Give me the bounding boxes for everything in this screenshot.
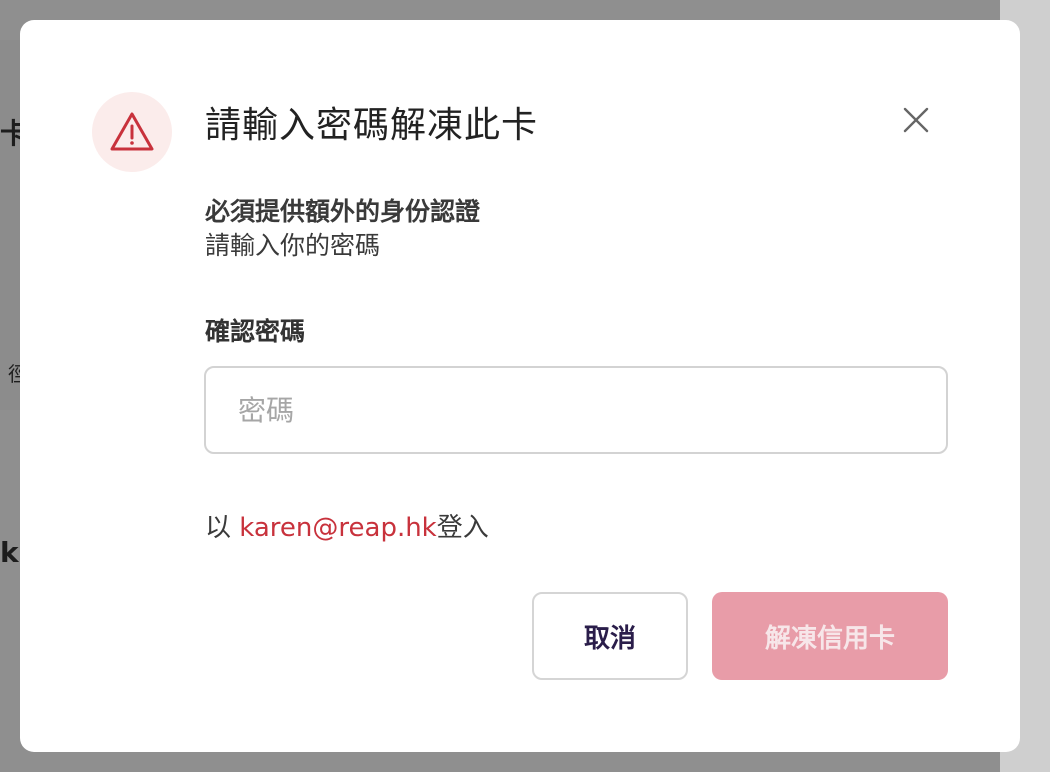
- unfreeze-card-dialog: 請輸入密碼解凍此卡 必須提供額外的身份認證 請輸入你的密碼 確認密碼 以 kar…: [20, 20, 1020, 752]
- password-input[interactable]: [204, 366, 948, 454]
- close-button[interactable]: [900, 104, 932, 136]
- dialog-title: 請輸入密碼解凍此卡: [205, 105, 539, 146]
- auth-required-text: 必須提供額外的身份認證: [205, 197, 481, 226]
- login-email: karen@reap.hk: [239, 513, 437, 543]
- unfreeze-card-button[interactable]: 解凍信用卡: [712, 592, 948, 680]
- login-suffix: 登入: [436, 513, 489, 543]
- background-card: [0, 40, 20, 410]
- close-icon: [903, 107, 929, 133]
- cancel-button[interactable]: 取消: [532, 592, 688, 680]
- confirm-password-label: 確認密碼: [205, 317, 306, 346]
- logged-in-as-text: 以 karen@reap.hk登入: [205, 507, 489, 544]
- warning-triangle-icon: [110, 112, 154, 151]
- warning-icon-container: [92, 92, 172, 172]
- enter-password-text: 請輸入你的密碼: [205, 231, 381, 260]
- login-prefix: 以: [205, 513, 240, 543]
